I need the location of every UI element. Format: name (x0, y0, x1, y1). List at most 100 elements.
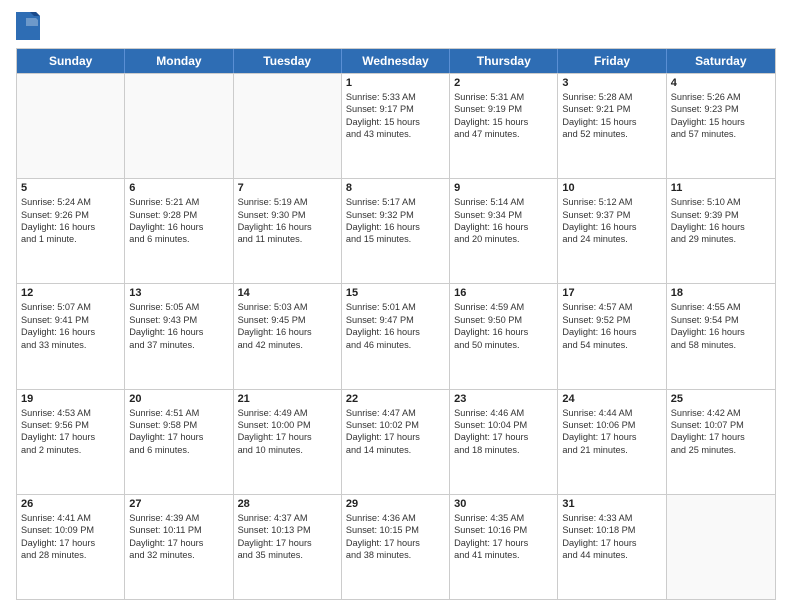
daylight-text: Daylight: 17 hours (21, 537, 120, 549)
daylight-text2: and 41 minutes. (454, 549, 553, 561)
cal-cell: 17Sunrise: 4:57 AMSunset: 9:52 PMDayligh… (558, 284, 666, 388)
daylight-text: Daylight: 15 hours (671, 116, 771, 128)
day-number: 24 (562, 393, 661, 405)
cal-header-monday: Monday (125, 49, 233, 73)
daylight-text: Daylight: 16 hours (129, 221, 228, 233)
calendar-header-row: SundayMondayTuesdayWednesdayThursdayFrid… (17, 49, 775, 73)
cal-cell: 5Sunrise: 5:24 AMSunset: 9:26 PMDaylight… (17, 179, 125, 283)
daylight-text: Daylight: 16 hours (129, 326, 228, 338)
page: SundayMondayTuesdayWednesdayThursdayFrid… (0, 0, 792, 612)
sunrise-text: Sunrise: 5:01 AM (346, 301, 445, 313)
cal-cell: 25Sunrise: 4:42 AMSunset: 10:07 PMDaylig… (667, 390, 775, 494)
cal-cell: 30Sunrise: 4:35 AMSunset: 10:16 PMDaylig… (450, 495, 558, 599)
daylight-text2: and 44 minutes. (562, 549, 661, 561)
sunrise-text: Sunrise: 5:28 AM (562, 91, 661, 103)
sunset-text: Sunset: 9:52 PM (562, 314, 661, 326)
daylight-text2: and 20 minutes. (454, 233, 553, 245)
cal-cell: 28 Sunrise: 4:37 AMSunset: 10:13 PMDaylig… (234, 495, 342, 599)
daylight-text: Daylight: 17 hours (346, 431, 445, 443)
daylight-text: Daylight: 17 hours (238, 431, 337, 443)
day-number: 28 (238, 498, 337, 510)
daylight-text: Daylight: 17 hours (21, 431, 120, 443)
cal-cell: 24Sunrise: 4:44 AMSunset: 10:06 PMDaylig… (558, 390, 666, 494)
cal-header-thursday: Thursday (450, 49, 558, 73)
day-number: 20 (129, 393, 228, 405)
cal-cell: 19Sunrise: 4:53 AMSunset: 9:56 PMDayligh… (17, 390, 125, 494)
sunset-text: Sunset: 10:00 PM (238, 419, 337, 431)
daylight-text: Daylight: 15 hours (562, 116, 661, 128)
day-number: 6 (129, 182, 228, 194)
daylight-text2: and 47 minutes. (454, 128, 553, 140)
sunrise-text: Sunrise: 5:24 AM (21, 196, 120, 208)
cal-header-saturday: Saturday (667, 49, 775, 73)
sunrise-text: Sunrise: 4:53 AM (21, 407, 120, 419)
daylight-text2: and 29 minutes. (671, 233, 771, 245)
daylight-text2: and 28 minutes. (21, 549, 120, 561)
daylight-text: Daylight: 16 hours (671, 221, 771, 233)
sunset-text: Sunset: 9:26 PM (21, 209, 120, 221)
day-number: 10 (562, 182, 661, 194)
cal-cell: 21Sunrise: 4:49 AMSunset: 10:00 PMDaylig… (234, 390, 342, 494)
daylight-text: Daylight: 16 hours (562, 221, 661, 233)
sunrise-text: Sunrise: 5:19 AM (238, 196, 337, 208)
calendar: SundayMondayTuesdayWednesdayThursdayFrid… (16, 48, 776, 600)
cal-cell: 2Sunrise: 5:31 AMSunset: 9:19 PMDaylight… (450, 74, 558, 178)
daylight-text2: and 37 minutes. (129, 339, 228, 351)
daylight-text2: and 25 minutes. (671, 444, 771, 456)
daylight-text2: and 52 minutes. (562, 128, 661, 140)
cal-cell: 1Sunrise: 5:33 AMSunset: 9:17 PMDaylight… (342, 74, 450, 178)
cal-cell (667, 495, 775, 599)
logo (16, 12, 44, 40)
sunrise-text: Sunrise: 5:07 AM (21, 301, 120, 313)
daylight-text2: and 54 minutes. (562, 339, 661, 351)
sunset-text: Sunset: 10:11 PM (129, 524, 228, 536)
day-number: 13 (129, 287, 228, 299)
cal-header-tuesday: Tuesday (234, 49, 342, 73)
cal-cell: 14Sunrise: 5:03 AMSunset: 9:45 PMDayligh… (234, 284, 342, 388)
sunset-text: Sunset: 9:17 PM (346, 103, 445, 115)
sunset-text: Sunset: 10:13 PM (238, 524, 337, 536)
daylight-text: Daylight: 16 hours (238, 221, 337, 233)
sunrise-text: Sunrise: 5:33 AM (346, 91, 445, 103)
sunrise-text: Sunrise: 5:14 AM (454, 196, 553, 208)
day-number: 14 (238, 287, 337, 299)
daylight-text2: and 43 minutes. (346, 128, 445, 140)
sunset-text: Sunset: 9:19 PM (454, 103, 553, 115)
sunrise-text: Sunrise: 4:51 AM (129, 407, 228, 419)
sunset-text: Sunset: 9:47 PM (346, 314, 445, 326)
sunrise-text: Sunrise: 4:57 AM (562, 301, 661, 313)
sunrise-text: Sunrise: 4:33 AM (562, 512, 661, 524)
daylight-text: Daylight: 17 hours (671, 431, 771, 443)
cal-row-3: 19Sunrise: 4:53 AMSunset: 9:56 PMDayligh… (17, 389, 775, 494)
daylight-text2: and 15 minutes. (346, 233, 445, 245)
sunrise-text: Sunrise: 5:31 AM (454, 91, 553, 103)
day-number: 1 (346, 77, 445, 89)
sunset-text: Sunset: 10:07 PM (671, 419, 771, 431)
sunrise-text: Sunrise: 5:05 AM (129, 301, 228, 313)
cal-header-sunday: Sunday (17, 49, 125, 73)
sunrise-text: Sunrise: 4:47 AM (346, 407, 445, 419)
calendar-body: 1 Sunrise: 5:33 AMSunset: 9:17 PM Daylight… (17, 73, 775, 599)
daylight-text: Daylight: 17 hours (238, 537, 337, 549)
daylight-text2: and 2 minutes. (21, 444, 120, 456)
day-number: 11 (671, 182, 771, 194)
day-number: 3 (562, 77, 661, 89)
daylight-text2: and 50 minutes. (454, 339, 553, 351)
cal-cell: 4Sunrise: 5:26 AMSunset: 9:23 PMDaylight… (667, 74, 775, 178)
cal-cell: 6Sunrise: 5:21 AMSunset: 9:28 PMDaylight… (125, 179, 233, 283)
sunset-text: Sunset: 10:06 PM (562, 419, 661, 431)
daylight-text2: and 35 minutes. (238, 549, 337, 561)
day-number: 29 (346, 498, 445, 510)
cal-cell: 11Sunrise: 5:10 AMSunset: 9:39 PMDayligh… (667, 179, 775, 283)
day-number: 21 (238, 393, 337, 405)
sunset-text: Sunset: 9:56 PM (21, 419, 120, 431)
sunset-text: Sunset: 10:02 PM (346, 419, 445, 431)
sunrise-text: Sunrise: 4:37 AM (238, 512, 337, 524)
day-number: 26 (21, 498, 120, 510)
daylight-text2: and 6 minutes. (129, 444, 228, 456)
day-number: 5 (21, 182, 120, 194)
day-number: 27 (129, 498, 228, 510)
sunrise-text: Sunrise: 5:21 AM (129, 196, 228, 208)
sunrise-text: Sunrise: 4:44 AM (562, 407, 661, 419)
cal-cell (125, 74, 233, 178)
